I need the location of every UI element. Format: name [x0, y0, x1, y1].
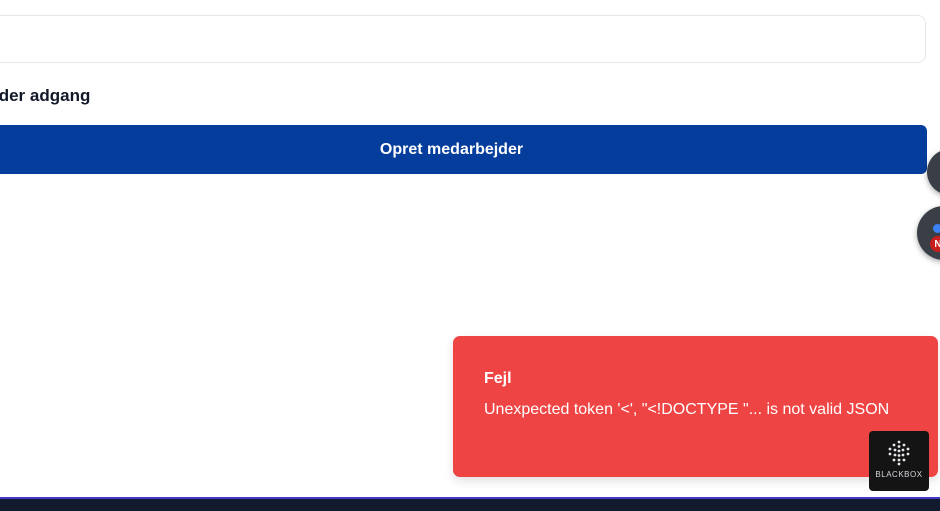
blackbox-logo-icon [888, 440, 910, 466]
floating-action-button[interactable] [927, 149, 940, 195]
create-employee-button[interactable]: Opret medarbejder [0, 125, 927, 174]
toast-title: Fejl [484, 370, 512, 387]
text-input-field[interactable] [0, 15, 926, 63]
notification-badge: N [930, 236, 940, 252]
toast-message: Unexpected token '<', "<!DOCTYPE "... is… [484, 401, 890, 418]
status-dot-icon [933, 224, 940, 233]
create-employee-button-label: Opret medarbejder [379, 140, 524, 158]
blackbox-text: BLACKBOX [875, 470, 923, 479]
bottom-bar [0, 497, 940, 511]
error-toast[interactable]: Fejl Unexpected token '<', "<!DOCTYPE ".… [453, 336, 938, 477]
notification-floating-button[interactable]: N [917, 206, 940, 260]
blackbox-widget[interactable]: BLACKBOX [869, 431, 929, 491]
employee-access-label: jder adgang [0, 86, 91, 105]
